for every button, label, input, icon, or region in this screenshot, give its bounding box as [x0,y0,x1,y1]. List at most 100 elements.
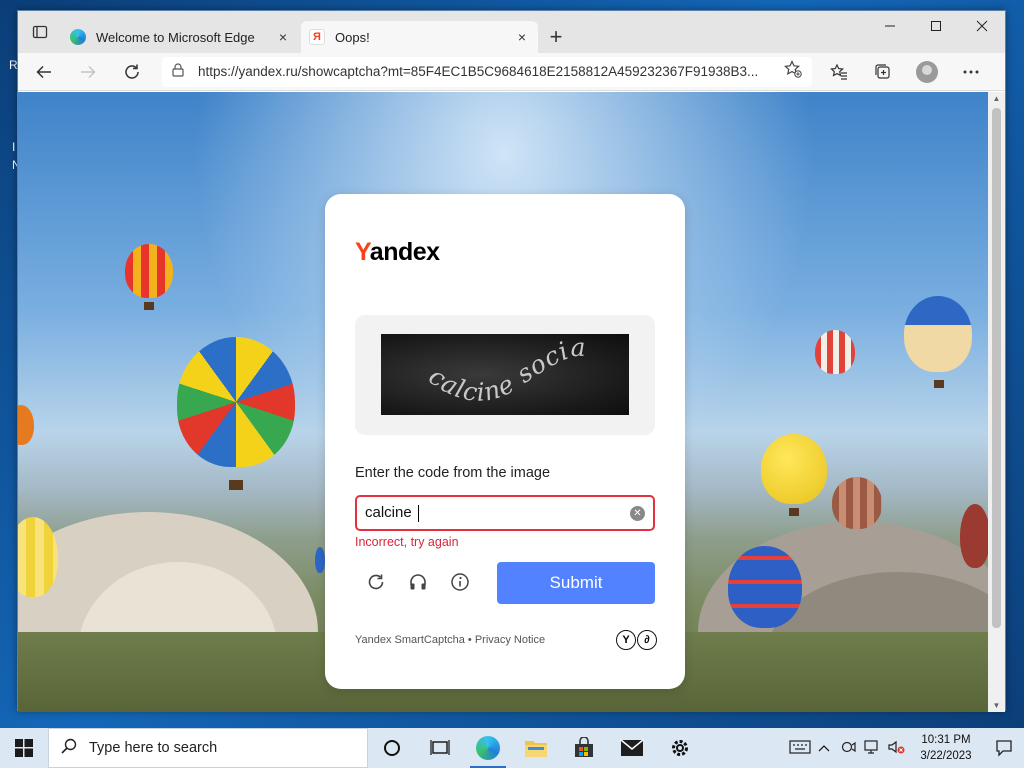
edge-logo-icon [70,29,86,45]
hot-air-balloon [728,546,802,628]
collections-button[interactable] [861,56,905,88]
tab-bar: Welcome to Microsoft Edge × Я Oops! × + [18,11,1005,53]
yandex-logo: Yandex [355,238,440,266]
taskbar-store-button[interactable] [560,728,608,768]
info-icon [451,573,469,591]
address-bar[interactable]: https://yandex.ru/showcaptcha?mt=85F4EC1… [162,56,812,87]
maximize-button[interactable] [913,11,959,41]
refresh-icon [368,574,384,590]
taskbar-settings-button[interactable] [656,728,704,768]
refresh-button[interactable] [114,56,150,88]
chevron-up-icon[interactable] [813,741,835,755]
favorites-icon [830,63,847,80]
tab-title: Oops! [335,29,370,45]
balloon-basket [144,302,154,310]
settings-more-button[interactable] [949,56,993,88]
balloon-basket [934,380,944,388]
notification-icon [996,740,1012,757]
forward-button[interactable] [70,56,106,88]
notification-center-button[interactable] [984,739,1024,757]
back-button[interactable] [26,56,62,88]
svg-text:calcine social: calcine social [381,334,587,407]
hot-air-balloon [177,337,295,467]
avatar [916,60,938,83]
hot-air-balloon [18,405,34,445]
system-clock[interactable]: 10:31 PM 3/22/2023 [908,732,984,764]
address-url: https://yandex.ru/showcaptcha?mt=85F4EC1… [198,64,759,79]
page-background: Yandex calcine social Enter the code fro… [18,92,990,712]
desktop-icon-label: I [12,140,16,154]
submit-button[interactable]: Submit [497,562,655,604]
add-favorite-icon[interactable] [784,60,802,83]
captcha-prompt: Enter the code from the image [355,465,551,481]
scrollbar-thumb[interactable] [992,108,1001,628]
close-icon [976,20,988,32]
minimize-icon [885,25,895,27]
back-arrow-icon [36,65,51,78]
scroll-up-icon[interactable]: ▲ [988,94,1005,103]
profile-button[interactable] [905,56,949,88]
yandex-smartcaptcha-logo: Y ∂ [615,630,657,650]
captcha-footer[interactable]: Yandex SmartCaptcha • Privacy Notice [355,634,545,646]
browser-window: Welcome to Microsoft Edge × Я Oops! × + [17,10,1006,712]
hot-air-balloon [832,477,882,529]
task-view-button[interactable] [416,728,464,768]
hot-air-balloon [315,547,325,573]
collections-icon [875,63,890,79]
tab-oops[interactable]: Я Oops! × [301,21,538,53]
hot-air-balloon [815,330,855,374]
taskbar-file-explorer-button[interactable] [512,728,560,768]
tab-welcome-edge[interactable]: Welcome to Microsoft Edge × [62,21,299,53]
lock-icon [172,63,186,80]
forward-arrow-icon [81,65,96,78]
clear-input-icon[interactable]: ✕ [630,505,645,521]
mail-icon [620,739,644,756]
taskbar: Type here to search 10:31 PM 3/22/2023 [0,728,1024,768]
captcha-input-value: calcine [365,504,416,522]
refresh-captcha-button[interactable] [365,571,387,593]
tab-title: Welcome to Microsoft Edge [96,29,255,45]
close-tab-icon[interactable]: × [514,29,530,45]
minimize-button[interactable] [867,11,913,41]
task-view-icon [430,740,450,755]
webcam-icon[interactable] [837,740,859,757]
system-tray: 10:31 PM 3/22/2023 [788,728,1024,768]
start-button[interactable] [0,728,48,768]
new-tab-button[interactable]: + [540,21,572,53]
tab-actions-button[interactable] [18,11,62,53]
hot-air-balloon [960,504,990,568]
audio-captcha-button[interactable] [407,571,429,593]
touch-keyboard-icon[interactable] [789,739,811,757]
volume-muted-icon[interactable] [885,740,907,757]
network-icon[interactable] [861,739,883,757]
captcha-image: calcine social [381,334,629,415]
cortana-icon [384,740,400,756]
captcha-image-frame: calcine social [355,315,655,435]
taskbar-search-box[interactable]: Type here to search [48,728,368,768]
scroll-down-icon[interactable]: ▼ [988,701,1005,710]
taskbar-edge-button[interactable] [464,728,512,768]
favorites-button[interactable] [817,56,861,88]
clock-time: 10:31 PM [921,734,971,746]
search-placeholder: Type here to search [89,740,218,756]
store-icon [575,737,593,757]
gear-icon [672,740,688,756]
tab-actions-icon [32,25,48,39]
vertical-scrollbar[interactable]: ▲ ▼ [988,92,1005,712]
folder-icon [525,741,547,757]
cortana-button[interactable] [368,728,416,768]
navigation-bar: https://yandex.ru/showcaptcha?mt=85F4EC1… [18,53,1005,91]
taskbar-mail-button[interactable] [608,728,656,768]
captcha-info-button[interactable] [449,571,471,593]
hot-air-balloon [18,517,58,597]
edge-logo-icon [476,736,500,760]
hot-air-balloon [904,296,972,372]
captcha-code-input[interactable]: calcine ✕ [355,495,655,531]
captcha-distorted-text: calcine social [381,334,586,407]
hot-air-balloon [761,434,827,504]
close-tab-icon[interactable]: × [275,29,291,45]
maximize-icon [931,21,941,31]
yandex-logo-icon: Я [309,29,325,45]
clock-date: 3/22/2023 [920,750,972,762]
close-window-button[interactable] [959,11,1005,41]
